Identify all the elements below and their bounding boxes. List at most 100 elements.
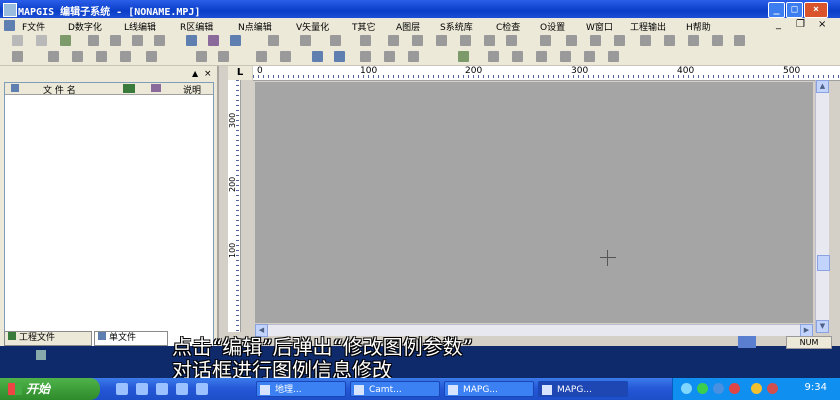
grid-icon[interactable] xyxy=(196,51,207,62)
move-tool-icon[interactable] xyxy=(388,35,399,46)
check-tool-icon[interactable] xyxy=(506,35,517,46)
text-tool-icon[interactable] xyxy=(330,35,341,46)
quick-launch-media-icon[interactable] xyxy=(176,383,188,395)
tab-project-files[interactable]: 工程文件 xyxy=(4,331,92,346)
mdi-restore-button[interactable]: ❐ xyxy=(796,19,805,30)
scroll-up-icon[interactable]: ▲ xyxy=(816,80,829,93)
open-file-icon[interactable] xyxy=(36,35,47,46)
help-pointer-icon[interactable] xyxy=(186,35,197,46)
line-tool-icon[interactable] xyxy=(268,35,279,46)
menu-project-output[interactable]: 工程输出 xyxy=(630,20,666,33)
menu-file[interactable]: F文件 xyxy=(22,20,45,33)
area-tool-icon[interactable] xyxy=(360,35,371,46)
menu-line-edit[interactable]: L线编辑 xyxy=(124,20,156,33)
label-tool-icon[interactable] xyxy=(664,35,675,46)
messenger-icon[interactable] xyxy=(713,383,724,394)
folder-icon[interactable] xyxy=(60,35,71,46)
mdi-minimize-button[interactable]: _ xyxy=(776,19,781,30)
quick-launch-outlook-icon[interactable] xyxy=(136,383,148,395)
menu-check[interactable]: C检查 xyxy=(496,20,520,33)
vertical-scrollbar[interactable]: ▲ ▼ xyxy=(815,80,830,333)
menu-window[interactable]: W窗口 xyxy=(586,20,613,33)
delete-tool-icon[interactable] xyxy=(436,35,447,46)
map-canvas[interactable] xyxy=(255,82,813,323)
minimize-button[interactable]: _ xyxy=(768,2,785,18)
save-icon[interactable] xyxy=(88,35,99,46)
panel-close-button[interactable]: × xyxy=(204,69,212,79)
rotate-icon[interactable] xyxy=(146,51,157,62)
antivirus-icon[interactable] xyxy=(697,383,708,394)
point-tool-icon[interactable] xyxy=(300,35,311,46)
menu-settings[interactable]: O设置 xyxy=(540,20,565,33)
start-button[interactable]: 开始 xyxy=(0,378,100,400)
save-all-icon[interactable] xyxy=(110,35,121,46)
print-icon[interactable] xyxy=(132,35,143,46)
quick-launch-misc-icon[interactable] xyxy=(196,383,208,395)
curve-icon[interactable] xyxy=(280,51,291,62)
attr-tool-icon[interactable] xyxy=(484,35,495,46)
title-bar[interactable]: MAPGIS 编辑子系统 - [NONAME.MPJ] _ □ × xyxy=(0,0,840,18)
vertical-scroll-thumb[interactable] xyxy=(817,255,830,271)
vertex-icon[interactable] xyxy=(256,51,267,62)
layer-tool-icon[interactable] xyxy=(734,35,745,46)
symbol-icon[interactable] xyxy=(560,51,571,62)
fill-tool-icon[interactable] xyxy=(688,35,699,46)
stats-icon[interactable] xyxy=(608,51,619,62)
zoom-out-icon[interactable] xyxy=(334,51,345,62)
maximize-button[interactable]: □ xyxy=(786,2,803,18)
map-icon[interactable] xyxy=(458,51,469,62)
zoom-in-icon[interactable] xyxy=(312,51,323,62)
speaker-icon[interactable] xyxy=(751,383,762,394)
menu-digitize[interactable]: D数字化 xyxy=(68,20,102,33)
pen-tool-icon[interactable] xyxy=(12,51,23,62)
menu-help[interactable]: H帮助 xyxy=(686,20,711,33)
column-filename[interactable]: 文 件 名 xyxy=(43,83,76,96)
taskbar-item[interactable]: 地理... xyxy=(256,381,346,397)
scissors-icon[interactable] xyxy=(48,51,59,62)
area-measure-icon[interactable] xyxy=(512,51,523,62)
taskbar-item[interactable]: Camt... xyxy=(350,381,440,397)
join-tool-icon[interactable] xyxy=(614,35,625,46)
measure-icon[interactable] xyxy=(488,51,499,62)
new-file-icon[interactable] xyxy=(12,35,23,46)
menu-point-edit[interactable]: N点编辑 xyxy=(238,20,272,33)
clock[interactable]: 9:34 xyxy=(805,382,827,393)
column-description[interactable]: 说明 xyxy=(183,83,201,96)
taskbar-item[interactable]: MAPG... xyxy=(444,381,534,397)
edit-icon[interactable] xyxy=(208,35,219,46)
node-tool-icon[interactable] xyxy=(540,35,551,46)
legend-icon[interactable] xyxy=(536,51,547,62)
menu-other[interactable]: T其它 xyxy=(352,20,376,33)
palette-icon[interactable] xyxy=(230,35,241,46)
pan-icon[interactable] xyxy=(408,51,419,62)
close-button[interactable]: × xyxy=(804,2,828,18)
recorder-icon[interactable] xyxy=(767,383,778,394)
mdi-close-button[interactable]: × xyxy=(818,19,826,30)
clip-tool-icon[interactable] xyxy=(590,35,601,46)
tab-single-file[interactable]: 单文件 xyxy=(94,331,168,346)
quick-launch-desktop-icon[interactable] xyxy=(156,383,168,395)
split-tool-icon[interactable] xyxy=(640,35,651,46)
fit-window-icon[interactable] xyxy=(360,51,371,62)
quick-launch-ie-icon[interactable] xyxy=(116,383,128,395)
undo-icon[interactable] xyxy=(154,35,165,46)
menu-system-library[interactable]: S系统库 xyxy=(440,20,473,33)
menu-area-edit[interactable]: R区编辑 xyxy=(180,20,213,33)
ruler-corner[interactable]: L xyxy=(228,66,252,80)
panel-pin-button[interactable]: ▲ xyxy=(192,69,198,78)
column-state-icon[interactable] xyxy=(123,84,135,93)
select-icon[interactable] xyxy=(218,51,229,62)
param-tool-icon[interactable] xyxy=(460,35,471,46)
cut-line-icon[interactable] xyxy=(72,51,83,62)
link-icon[interactable] xyxy=(96,51,107,62)
ati-icon[interactable] xyxy=(729,383,740,394)
network-icon[interactable] xyxy=(681,383,692,394)
break-icon[interactable] xyxy=(120,51,131,62)
pattern-tool-icon[interactable] xyxy=(712,35,723,46)
menu-layer[interactable]: A图层 xyxy=(396,20,420,33)
color-icon[interactable] xyxy=(584,51,595,62)
snap-tool-icon[interactable] xyxy=(566,35,577,46)
scroll-down-icon[interactable]: ▼ xyxy=(816,320,829,333)
copy-tool-icon[interactable] xyxy=(412,35,423,46)
refresh-icon[interactable] xyxy=(384,51,395,62)
